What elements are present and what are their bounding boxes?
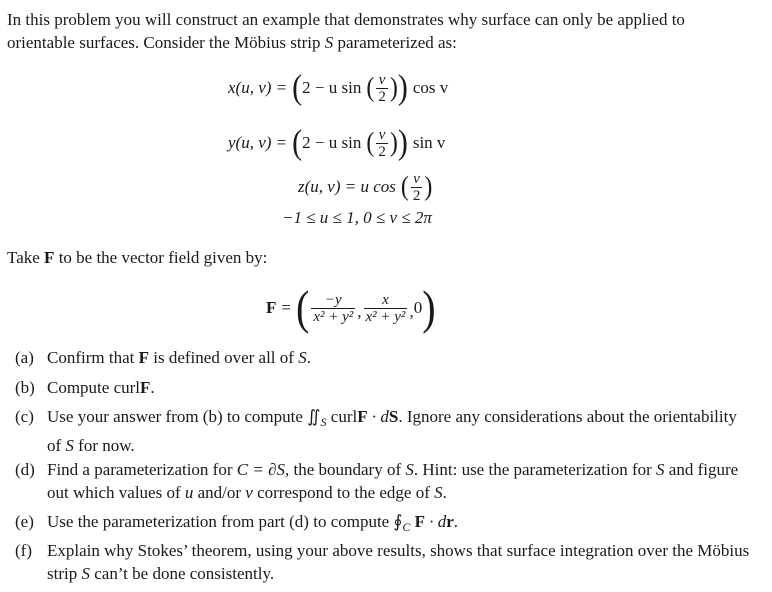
- equation-y-lhs: y(u, v) =: [228, 133, 288, 152]
- vector-field-symbol: F: [140, 378, 151, 397]
- frac-num: v: [413, 170, 420, 187]
- frac-num: v: [378, 126, 386, 143]
- vector-field-symbol: F: [414, 512, 425, 531]
- paren-open: (: [366, 128, 375, 158]
- surface-symbol: S: [656, 460, 665, 479]
- part-a: (a) Confirm that F is defined over all o…: [15, 346, 755, 369]
- field-component-3: 0: [413, 298, 423, 317]
- field-intro: Take F to be the vector field given by:: [7, 246, 757, 269]
- comma: ,: [357, 302, 362, 321]
- part-d: (d) Find a parameterization for C = ∂S, …: [15, 458, 755, 504]
- variable-v: v: [245, 483, 253, 502]
- paren-close: ): [424, 172, 433, 202]
- dot-d: · d: [425, 512, 447, 531]
- field-component-1: −y x² + y²: [311, 291, 356, 325]
- frac-den: x² + y²: [363, 307, 408, 325]
- intro-paragraph: In this problem you will construct an ex…: [7, 8, 757, 54]
- part-text: .: [442, 483, 447, 502]
- frac-den: 2: [376, 87, 388, 105]
- part-b: (b) Compute curlF.: [15, 376, 755, 399]
- part-text: Use the parameterization from part (d) t…: [47, 512, 394, 531]
- equation-z: z(u, v) = u cos ( v2 ): [298, 170, 432, 204]
- surface-element: S: [388, 407, 399, 426]
- equation-x-trig: cos v: [412, 78, 449, 97]
- part-text: is defined over all of: [149, 348, 299, 367]
- part-label: (a): [15, 348, 34, 367]
- part-text: Find a parameterization for: [47, 460, 237, 479]
- paren-open: (: [295, 280, 310, 335]
- part-text: , the boundary of: [284, 460, 406, 479]
- paren-open: (: [292, 68, 303, 107]
- part-text: for now.: [73, 436, 135, 455]
- paren-close: ): [397, 68, 408, 107]
- fraction-v-over-2: v2: [376, 127, 388, 160]
- part-text: Confirm that: [47, 348, 139, 367]
- equation-x-inner: 2 − u sin: [302, 78, 362, 97]
- field-component-2: x x² + y²: [363, 291, 408, 325]
- curl-text: curl: [326, 407, 358, 426]
- vector-field-symbol: F: [357, 407, 368, 426]
- equation-y-inner: 2 − u sin: [302, 133, 362, 152]
- part-label: (f): [15, 541, 32, 560]
- equation-y-trig: sin v: [412, 133, 446, 152]
- parameter-domain: −1 ≤ u ≤ 1, 0 ≤ v ≤ 2π: [282, 206, 432, 230]
- paren-open: (: [366, 73, 375, 103]
- field-intro-text-end: to be the vector field given by:: [54, 248, 268, 267]
- field-intro-text: Take: [7, 248, 45, 267]
- part-label: (c): [15, 407, 34, 426]
- surface-symbol: S: [298, 348, 307, 367]
- surface-symbol: S: [81, 564, 90, 583]
- vector-field-symbol: F: [44, 248, 55, 267]
- domain-text: −1 ≤ u ≤ 1, 0 ≤ v ≤ 2π: [282, 208, 432, 227]
- frac-num: −y: [324, 291, 342, 308]
- paren-close: ): [389, 73, 398, 103]
- surface-symbol: S: [65, 436, 74, 455]
- part-text: and/or: [193, 483, 246, 502]
- equation-x-lhs: x(u, v) =: [228, 78, 288, 97]
- equation-x: x(u, v) = ( 2 − u sin ( v2 ) ) cos v: [228, 70, 448, 106]
- boundary-expression: C = ∂S: [236, 460, 285, 479]
- vector-field-equation: F = ( −y x² + y², x x² + y², 0 ): [266, 280, 436, 336]
- part-text: .: [306, 348, 311, 367]
- surface-symbol: S: [405, 460, 414, 479]
- part-text: .: [150, 378, 155, 397]
- paren-open: (: [292, 123, 303, 162]
- surface-symbol: S: [434, 483, 443, 502]
- part-text: correspond to the edge of: [252, 483, 435, 502]
- equation-y: y(u, v) = ( 2 − u sin ( v2 ) ) sin v: [228, 125, 445, 161]
- part-label: (d): [15, 460, 35, 479]
- paren-close: ): [422, 280, 436, 335]
- part-f: (f) Explain why Stokes’ theorem, using y…: [15, 539, 755, 585]
- part-e: (e) Use the parameterization from part (…: [15, 510, 755, 539]
- frac-num: v: [378, 71, 386, 88]
- position-vector: r: [446, 512, 454, 531]
- surface-symbol: S: [324, 33, 334, 52]
- part-text: Compute curl: [47, 378, 141, 397]
- part-text: can’t be done consistently.: [89, 564, 275, 583]
- intro-text-end: parameterized as:: [333, 33, 457, 52]
- part-text: . Hint: use the parameterization for: [413, 460, 657, 479]
- equals-sign: =: [281, 298, 291, 317]
- fraction-v-over-2: v2: [410, 170, 423, 204]
- part-text: Use your answer from (b) to compute: [47, 407, 308, 426]
- paren-close: ): [389, 128, 398, 158]
- paren-open: (: [400, 172, 409, 202]
- vector-field-symbol: F: [138, 348, 149, 367]
- frac-num: x: [382, 291, 389, 308]
- part-text: .: [453, 512, 459, 531]
- frac-den: 2: [376, 142, 388, 160]
- frac-den: 2: [410, 186, 423, 204]
- frac-den: x² + y²: [311, 307, 356, 325]
- double-integral-symbol: ∬: [307, 407, 321, 426]
- contour-integral-symbol: ∮: [393, 512, 403, 531]
- part-label: (b): [15, 378, 35, 397]
- equation-z-lhs: z(u, v) = u cos: [298, 177, 396, 196]
- field-lhs: F: [266, 298, 277, 317]
- integral-subscript: C: [402, 520, 411, 534]
- part-c: (c) Use your answer from (b) to compute …: [15, 405, 755, 457]
- part-label: (e): [15, 512, 34, 531]
- paren-close: ): [397, 123, 408, 162]
- fraction-v-over-2: v2: [376, 72, 388, 105]
- dot-d: · d: [367, 407, 389, 426]
